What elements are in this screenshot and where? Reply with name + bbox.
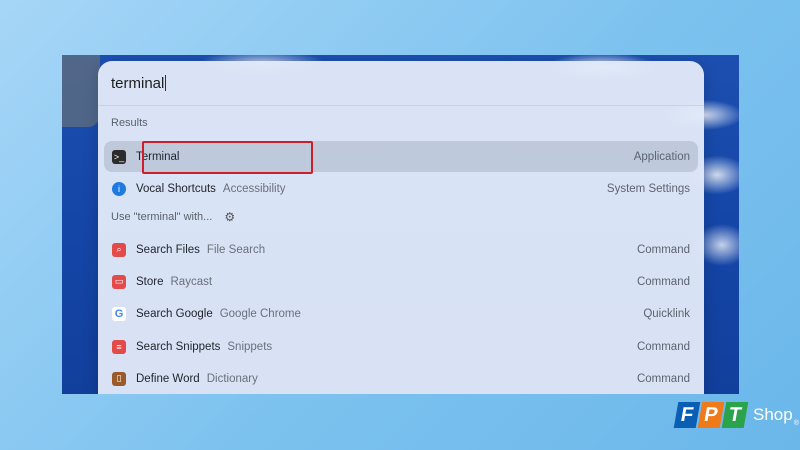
text-caret (165, 75, 167, 91)
command-kind: Command (636, 243, 690, 256)
command-title: Define Word (136, 372, 200, 385)
result-title: Vocal Shortcuts (136, 182, 216, 195)
logo-letter-t: T (721, 402, 749, 428)
background-window (62, 55, 100, 127)
command-row-define-word[interactable]: ▯ Define Word Dictionary Command (104, 363, 698, 394)
command-subtitle: Snippets (227, 340, 273, 353)
command-title: Store (136, 275, 164, 288)
command-subtitle: Dictionary (206, 372, 258, 385)
command-subtitle: File Search (206, 243, 266, 256)
result-row-vocal-shortcuts[interactable]: i Vocal Shortcuts Accessibility System S… (104, 173, 698, 204)
launcher-panel: terminal Results >_ Terminal Application… (98, 61, 704, 394)
logo-letter-f: F (673, 402, 701, 428)
command-row-search-snippets[interactable]: ≡ Search Snippets Snippets Command (104, 331, 698, 362)
google-icon: G (112, 306, 126, 321)
command-kind: Command (636, 372, 690, 385)
command-title: Search Snippets (136, 340, 221, 353)
desktop-screenshot: terminal Results >_ Terminal Application… (62, 55, 739, 394)
use-with-section: Use "terminal" with... ⚙ (98, 210, 235, 224)
search-bar[interactable]: terminal (98, 61, 704, 106)
snippets-icon: ≡ (112, 339, 126, 354)
fpt-shop-logo: F P T Shop ® (673, 398, 799, 432)
gear-icon[interactable]: ⚙ (224, 210, 235, 224)
store-icon: ▭ (112, 274, 126, 289)
command-subtitle: Google Chrome (219, 307, 301, 320)
logo-shop-text: Shop (753, 405, 793, 424)
command-title: Search Files (136, 243, 200, 256)
result-kind: Application (633, 150, 690, 163)
accessibility-icon: i (112, 181, 126, 196)
command-kind: Command (636, 340, 690, 353)
use-with-label: Use "terminal" with... (111, 211, 213, 223)
command-title: Search Google (136, 307, 213, 320)
command-row-search-google[interactable]: G Search Google Google Chrome Quicklink (104, 298, 698, 329)
command-kind: Command (636, 275, 690, 288)
highlight-annotation-box (142, 141, 313, 174)
command-row-store[interactable]: ▭ Store Raycast Command (104, 266, 698, 297)
terminal-app-icon: >_ (112, 149, 126, 164)
search-files-icon: ⌕ (112, 242, 126, 257)
result-kind: System Settings (606, 182, 690, 195)
results-section-label: Results (111, 117, 148, 129)
search-input[interactable]: terminal (111, 75, 164, 92)
dictionary-icon: ▯ (112, 371, 126, 386)
command-subtitle: Raycast (170, 275, 213, 288)
command-kind: Quicklink (643, 307, 690, 320)
result-subtitle: Accessibility (222, 182, 286, 195)
logo-letter-p: P (697, 402, 725, 428)
command-row-search-files[interactable]: ⌕ Search Files File Search Command (104, 234, 698, 265)
logo-registered-mark: ® (793, 420, 799, 427)
